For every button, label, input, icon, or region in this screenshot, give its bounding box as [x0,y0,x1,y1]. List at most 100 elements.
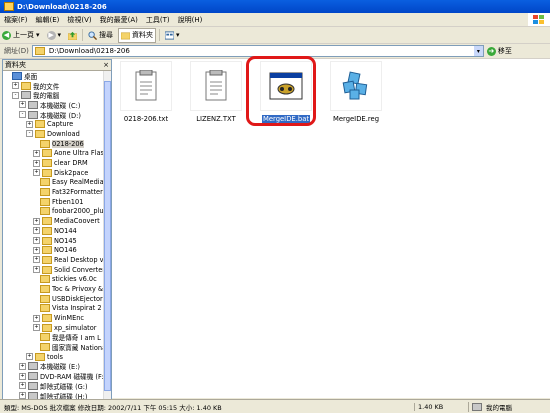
tree-item[interactable]: + DVD-RAM 磁碟機 (F:) [3,371,111,381]
folder-icon [40,304,50,313]
back-button[interactable]: ◀ 上一頁 ▾ [0,29,42,42]
tree-item[interactable]: 國家寶藏 Nationa [3,342,111,352]
collapse-icon[interactable]: - [26,130,33,138]
tree-item[interactable]: + Solid Converter P [3,265,111,275]
expand-icon[interactable]: + [19,392,26,399]
folders-button[interactable]: 資料夾 [118,27,157,43]
tree-item[interactable]: + WinMEnc [3,313,111,323]
tree-item[interactable]: + NO145 [3,236,111,246]
tree-item[interactable]: + Real Desktop v1.1 [3,255,111,265]
tree-item[interactable]: + 本機磁碟 (C:) [3,100,111,110]
address-dropdown-icon[interactable]: ▾ [473,46,483,56]
tree-item[interactable]: Ftben101 [3,197,111,207]
tree-item[interactable]: + xp_simulator [3,323,111,333]
expand-icon[interactable]: + [33,246,40,254]
menu-favorites[interactable]: 我的最愛(A) [96,15,142,25]
folder-icon [42,226,52,235]
tree-item[interactable]: + tools [3,352,111,362]
tree-item-label: 桌面 [24,72,38,81]
file-item[interactable]: 0218-206.txt [114,61,178,123]
tree-item-label: 本機磁碟 (C:) [40,101,81,110]
folder-icon [35,120,45,129]
folder-icon [35,129,45,138]
tree-item-label: stickies v6.0c [52,275,97,284]
expand-icon[interactable]: + [33,159,40,167]
file-item[interactable]: LIZENZ.TXT [184,61,248,123]
tree-item[interactable]: USBDiskEjector1 [3,294,111,304]
tree-item-label: Ftben101 [52,197,84,206]
tree-item[interactable]: + MediaCoovert [3,216,111,226]
expand-icon[interactable]: + [33,324,40,332]
back-label: 上一頁 [13,31,34,39]
tree-item-label: Capture [47,120,74,129]
tree-item[interactable]: + 本機磁碟 (E:) [3,362,111,371]
tree-item[interactable]: foobar2000_plus [3,207,111,217]
tree-item[interactable]: 0218-206 [3,139,111,149]
tree-item[interactable]: + 我的文件 [3,81,111,90]
folder-icon [42,314,52,323]
tree-item[interactable]: + Disk2pace [3,168,111,178]
vertical-scrollbar[interactable] [103,71,111,399]
folder-icon [40,178,50,187]
expand-icon[interactable]: + [33,217,40,225]
status-bar: 類型: MS-DOS 批次檔案 修改日期: 2002/7/11 下午 05:15… [0,399,550,413]
tree-item[interactable]: Fat32FormatterEN [3,187,111,197]
expand-icon[interactable]: + [33,314,40,322]
collapse-icon[interactable]: - [12,91,19,99]
expand-icon[interactable]: + [33,169,40,177]
up-folder-icon [68,31,78,40]
expand-icon[interactable]: + [19,362,26,370]
file-list-view: 0218-206.txt LIZENZ.TXT MergeIDE.bat Mer… [112,59,550,398]
expand-icon[interactable]: + [33,227,40,235]
tree-item[interactable]: + Aone Ultra Flash V [3,149,111,159]
chevron-down-icon: ▾ [36,31,40,39]
forward-button[interactable]: ▶ ▾ [45,29,64,42]
folder-icon [21,81,31,90]
drive-icon [28,362,38,371]
menu-file[interactable]: 檔案(F) [0,15,32,25]
tree-item[interactable]: 桌面 [3,71,111,81]
expand-icon[interactable]: + [19,101,26,109]
expand-icon[interactable]: + [26,353,33,361]
search-button[interactable]: 搜尋 [86,29,115,42]
menu-edit[interactable]: 編輯(E) [32,15,64,25]
expand-icon[interactable]: + [33,237,40,245]
menu-view[interactable]: 檢視(V) [63,15,95,25]
expand-icon[interactable]: + [33,149,40,157]
menu-help[interactable]: 說明(H) [174,15,207,25]
go-button[interactable]: ➜ 移至 [486,46,512,56]
tree-item[interactable]: + Capture [3,119,111,129]
tree-item[interactable]: + NO146 [3,245,111,255]
window-title: D:\Download\0218-206 [17,2,107,11]
expand-icon[interactable]: + [26,120,33,128]
collapse-icon[interactable]: - [19,111,26,119]
tree-item[interactable]: Easy RealMedia P [3,178,111,188]
tree-item[interactable]: + 卸除式磁碟 (G:) [3,381,111,391]
tree-item-label: xp_simulator [54,323,97,332]
expand-icon[interactable]: + [33,266,40,274]
menu-tools[interactable]: 工具(T) [142,15,174,25]
tree-item[interactable]: - Download [3,129,111,139]
expand-icon[interactable]: + [19,372,26,380]
close-icon[interactable]: × [103,61,109,69]
expand-icon[interactable]: + [19,382,26,390]
tree-item[interactable]: + NO144 [3,226,111,236]
folder-icon [34,47,45,55]
tree-item[interactable]: + clear DRM [3,158,111,168]
file-item[interactable]: MergeIDE.reg [324,61,388,123]
views-button[interactable]: ▾ [163,29,182,42]
expand-icon[interactable]: + [33,256,40,264]
up-folder-button[interactable] [66,29,79,42]
tree-item[interactable]: Toc & Privoxy & [3,284,111,294]
folder-icon [40,333,50,342]
scrollbar-thumb[interactable] [104,81,111,391]
file-name: MergeIDE.reg [332,115,380,123]
tree-item[interactable]: 我是傳奇 I am L [3,333,111,342]
folder-icon [40,284,50,293]
tree-item[interactable]: - 我的電腦 [3,90,111,100]
folder-tree-pane: 資料夾 × 桌面 + 我的文件 - 我的電腦 + 本機磁碟 (C:) - 本機磁碟 (D:) + C… [2,59,112,400]
expand-icon[interactable]: + [12,82,19,90]
tree-item[interactable]: stickies v6.0c [3,274,111,284]
tree-item[interactable]: Vista Inspirat 2 [3,304,111,314]
tree-item[interactable]: - 本機磁碟 (D:) [3,110,111,119]
